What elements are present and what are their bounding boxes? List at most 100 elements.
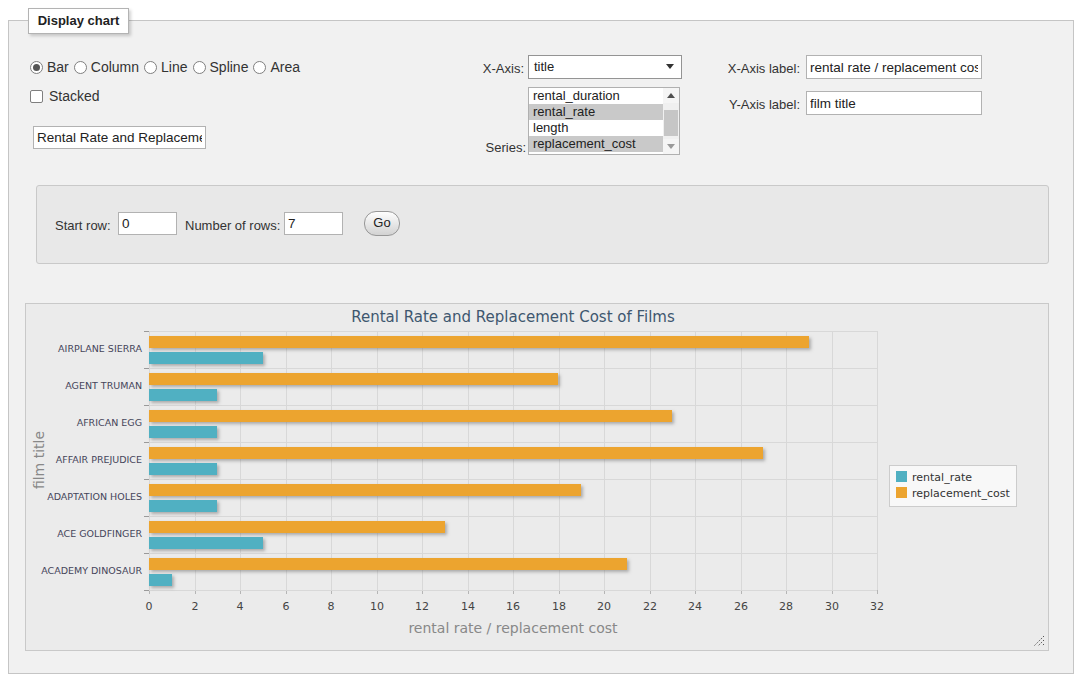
grid-line — [149, 405, 877, 406]
x-tick-label: 10 — [357, 600, 397, 613]
chart-type-column[interactable]: Column — [74, 59, 139, 75]
start-row-label: Start row: — [55, 218, 111, 233]
bar-replacement_cost — [149, 484, 581, 496]
radio-icon[interactable] — [74, 61, 87, 74]
bar-replacement_cost — [149, 410, 672, 422]
radio-icon[interactable] — [30, 61, 43, 74]
x-tick-label: 0 — [129, 600, 169, 613]
legend-label: rental_rate — [912, 471, 972, 484]
bar-rental_rate — [149, 352, 263, 364]
legend-item-rental_rate[interactable]: rental_rate — [896, 470, 1010, 486]
grid-line — [468, 331, 469, 590]
radio-icon[interactable] — [193, 61, 206, 74]
bar-replacement_cost — [149, 521, 445, 533]
grid-line — [650, 331, 651, 590]
x-tick-label: 12 — [402, 600, 442, 613]
y-axis-title-input[interactable] — [806, 91, 982, 115]
grid-line — [149, 331, 150, 590]
grid-line — [741, 331, 742, 590]
stacked-label: Stacked — [49, 88, 100, 104]
x-tick-label: 16 — [493, 600, 533, 613]
category-label: AIRPLANE SIERRA — [26, 343, 142, 355]
chart-type-label: Area — [270, 59, 300, 75]
y-tick — [144, 442, 149, 443]
y-tick — [144, 553, 149, 554]
x-tick-label: 14 — [448, 600, 488, 613]
grid-line — [604, 331, 605, 590]
y-axis-title: film title — [31, 431, 47, 489]
x-axis-select-label: X-Axis: — [444, 61, 524, 76]
legend-swatch — [896, 471, 907, 482]
chart-type-label: Column — [91, 59, 139, 75]
chart-type-radio-group: Bar Column Line Spline Area — [30, 59, 305, 75]
resize-handle[interactable] — [1033, 635, 1045, 647]
category-label: ACADEMY DINOSAUR — [26, 565, 142, 577]
scrollbar-thumb[interactable] — [664, 110, 678, 136]
x-tick-label: 2 — [175, 600, 215, 613]
y-tick — [144, 590, 149, 591]
x-tick-label: 18 — [539, 600, 579, 613]
bar-replacement_cost — [149, 558, 627, 570]
grid-line — [240, 331, 241, 590]
number-of-rows-label: Number of rows: — [185, 218, 280, 233]
x-tick-label: 30 — [812, 600, 852, 613]
x-tick-label: 4 — [220, 600, 260, 613]
go-button[interactable]: Go — [364, 211, 400, 236]
chart-type-area[interactable]: Area — [253, 59, 300, 75]
x-axis-selected-value: title — [534, 59, 554, 74]
series-option-rental_rate[interactable]: rental_rate — [529, 104, 679, 120]
bar-rental_rate — [149, 389, 217, 401]
scroll-up-icon[interactable] — [663, 88, 679, 103]
grid-line — [832, 331, 833, 590]
series-multiselect[interactable]: rental_durationrental_ratelengthreplacem… — [528, 87, 680, 155]
y-tick — [144, 368, 149, 369]
chevron-down-icon — [666, 64, 674, 69]
series-option-rental_duration[interactable]: rental_duration — [529, 88, 679, 104]
plot-area — [149, 331, 877, 590]
start-row-input[interactable] — [118, 212, 177, 235]
x-tick-label: 28 — [766, 600, 806, 613]
series-option-length[interactable]: length — [529, 120, 679, 136]
panel-legend: Display chart — [28, 8, 129, 34]
grid-line — [286, 331, 287, 590]
grid-line — [149, 331, 877, 332]
grid-line — [377, 331, 378, 590]
x-tick-label: 20 — [584, 600, 624, 613]
grid-line — [149, 368, 877, 369]
y-axis-title-label: Y-Axis label: — [700, 97, 800, 112]
stacked-checkbox[interactable] — [30, 90, 43, 103]
bar-replacement_cost — [149, 447, 763, 459]
x-axis-select[interactable]: title — [528, 55, 682, 79]
grid-line — [149, 479, 877, 480]
x-axis-title-label: X-Axis label: — [700, 61, 800, 76]
x-tick-label: 22 — [630, 600, 670, 613]
scroll-down-icon[interactable] — [663, 139, 679, 154]
chart-type-label: Bar — [47, 59, 69, 75]
category-label: AFRICAN EGG — [26, 417, 142, 429]
number-of-rows-input[interactable] — [284, 212, 343, 235]
bar-rental_rate — [149, 426, 217, 438]
grid-line — [513, 331, 514, 590]
radio-icon[interactable] — [253, 61, 266, 74]
grid-line — [149, 516, 877, 517]
chart-container: Rental Rate and Replacement Cost of Film… — [25, 303, 1049, 651]
chart-type-spline[interactable]: Spline — [193, 59, 249, 75]
chart-type-line[interactable]: Line — [144, 59, 187, 75]
scrollbar[interactable] — [663, 88, 679, 154]
chart-title-input[interactable] — [33, 126, 206, 149]
radio-icon[interactable] — [144, 61, 157, 74]
y-tick — [144, 479, 149, 480]
grid-line — [695, 331, 696, 590]
grid-line — [422, 331, 423, 590]
series-option-replacement_cost[interactable]: replacement_cost — [529, 136, 679, 152]
chart-legend: rental_rate replacement_cost — [889, 465, 1017, 507]
chart-title: Rental Rate and Replacement Cost of Film… — [149, 308, 877, 326]
x-axis-title-input[interactable] — [806, 55, 982, 79]
x-tick-label: 6 — [266, 600, 306, 613]
category-label: AGENT TRUMAN — [26, 380, 142, 392]
chart-type-bar[interactable]: Bar — [30, 59, 69, 75]
grid-line — [877, 331, 878, 590]
stacked-option[interactable]: Stacked — [30, 88, 100, 104]
category-label: ADAPTATION HOLES — [26, 491, 142, 503]
legend-item-replacement_cost[interactable]: replacement_cost — [896, 486, 1010, 502]
